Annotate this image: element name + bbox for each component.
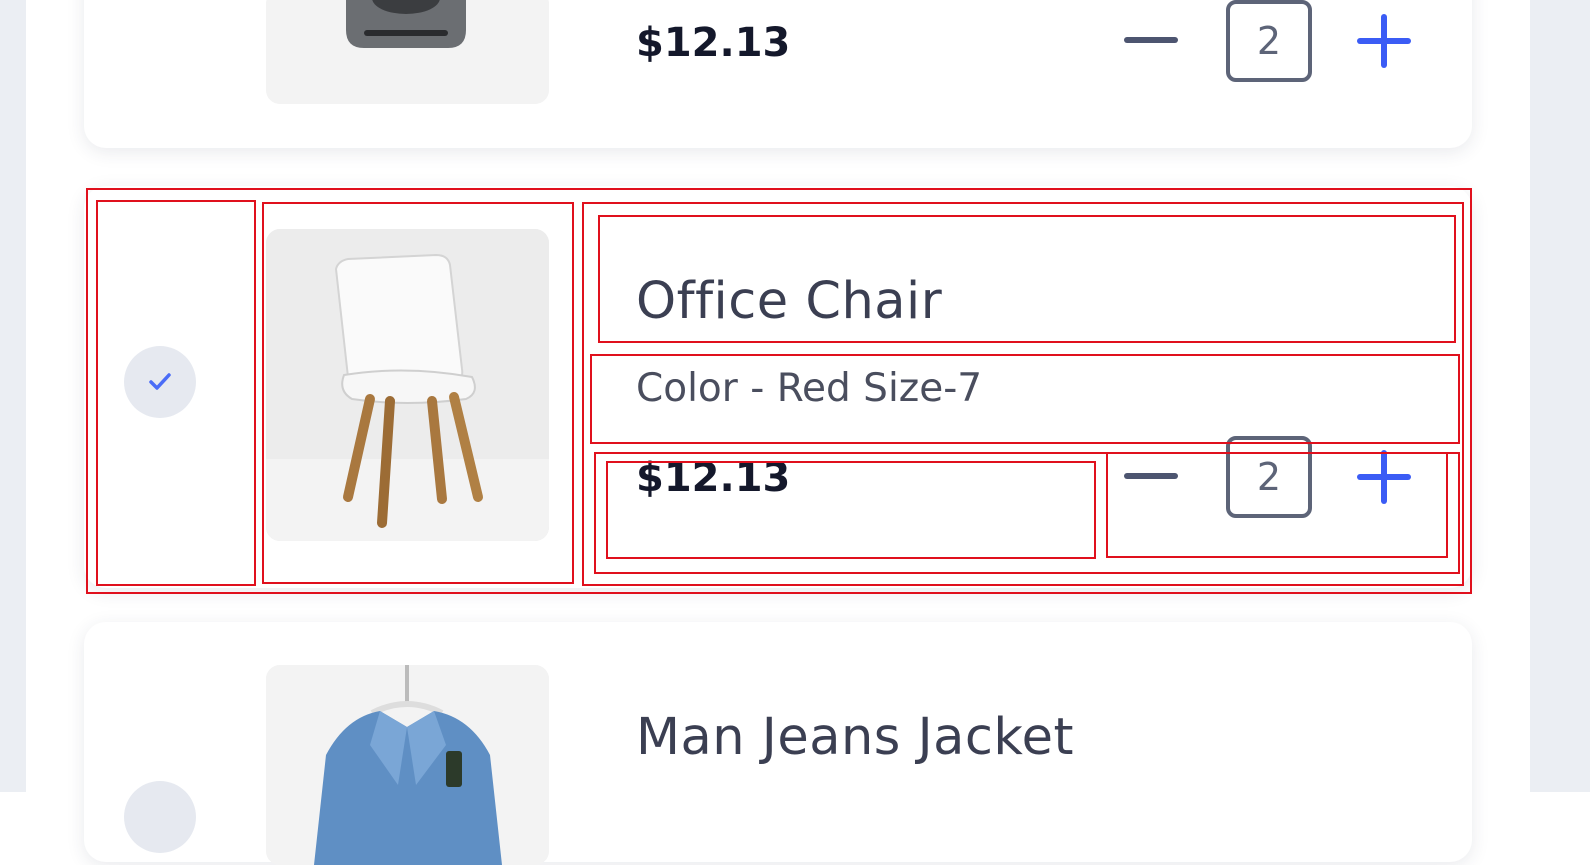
item-price: $12.13 <box>636 455 791 501</box>
check-icon <box>149 373 171 390</box>
select-item-checkbox[interactable] <box>124 346 196 418</box>
plus-icon[interactable] <box>1357 14 1411 68</box>
cart-screen: $12.13 2 Office Chair Color - Red Size-7… <box>0 0 1590 865</box>
minus-icon[interactable] <box>1124 473 1178 479</box>
right-rail <box>1530 0 1590 792</box>
quantity-value[interactable]: 2 <box>1226 436 1312 518</box>
left-rail <box>0 0 26 792</box>
product-image-speaker[interactable] <box>266 0 549 104</box>
product-options: Color - Red Size-7 <box>636 366 983 411</box>
product-title[interactable]: Man Jeans Jacket <box>636 708 1074 767</box>
product-image-jacket[interactable] <box>266 665 549 865</box>
minus-icon[interactable] <box>1124 37 1178 43</box>
quantity-value[interactable]: 2 <box>1226 0 1312 82</box>
product-title[interactable]: Office Chair <box>636 272 942 331</box>
item-price: $12.13 <box>636 20 791 66</box>
plus-icon[interactable] <box>1357 450 1411 504</box>
product-image-chair[interactable] <box>266 229 549 541</box>
